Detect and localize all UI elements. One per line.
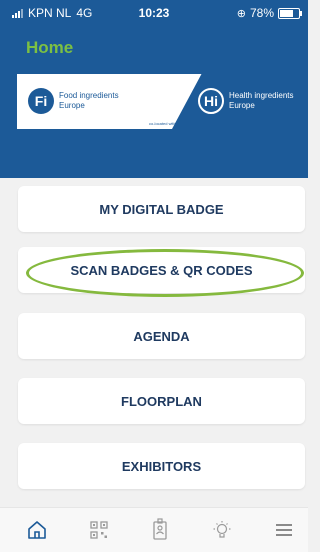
status-bar: KPN NL 4G 10:23 ⊕ 78% — [0, 6, 308, 22]
floorplan-button[interactable]: FLOORPLAN — [18, 378, 305, 424]
menu-icon[interactable] — [272, 518, 296, 542]
lightbulb-icon[interactable] — [210, 518, 234, 542]
battery-icon — [278, 7, 302, 19]
agenda-button[interactable]: AGENDA — [18, 313, 305, 359]
co-located-text: co-located with — [149, 121, 176, 126]
bottom-tab-bar — [0, 507, 308, 552]
hi-europe-logo: Hi Health ingredients Europe — [198, 88, 293, 114]
hi-logo-line1: Health ingredients — [229, 91, 294, 100]
qr-code-icon[interactable] — [87, 518, 111, 542]
battery-percent: 78% — [249, 6, 274, 20]
fi-logo-mark: Fi — [28, 88, 54, 114]
my-digital-badge-button[interactable]: MY DIGITAL BADGE — [18, 186, 305, 232]
rotation-lock-icon: ⊕ — [236, 7, 246, 20]
fi-logo-line2: Europe — [59, 101, 85, 110]
badge-icon[interactable] — [148, 518, 172, 542]
event-banner[interactable]: Fi Food ingredients Europe co-located wit… — [17, 74, 306, 129]
app-header: KPN NL 4G 10:23 ⊕ 78% Home Fi Food ingre… — [0, 0, 308, 178]
hi-logo-mark: Hi — [198, 88, 224, 114]
hi-logo-line2: Europe — [229, 101, 255, 110]
scan-badges-button[interactable]: SCAN BADGES & QR CODES — [18, 247, 305, 293]
fi-logo-line1: Food ingredients — [59, 91, 119, 100]
exhibitors-button[interactable]: EXHIBITORS — [18, 443, 305, 489]
home-icon[interactable] — [25, 518, 49, 542]
page-title: Home — [26, 38, 74, 57]
fi-europe-logo: Fi Food ingredients Europe — [28, 88, 119, 114]
